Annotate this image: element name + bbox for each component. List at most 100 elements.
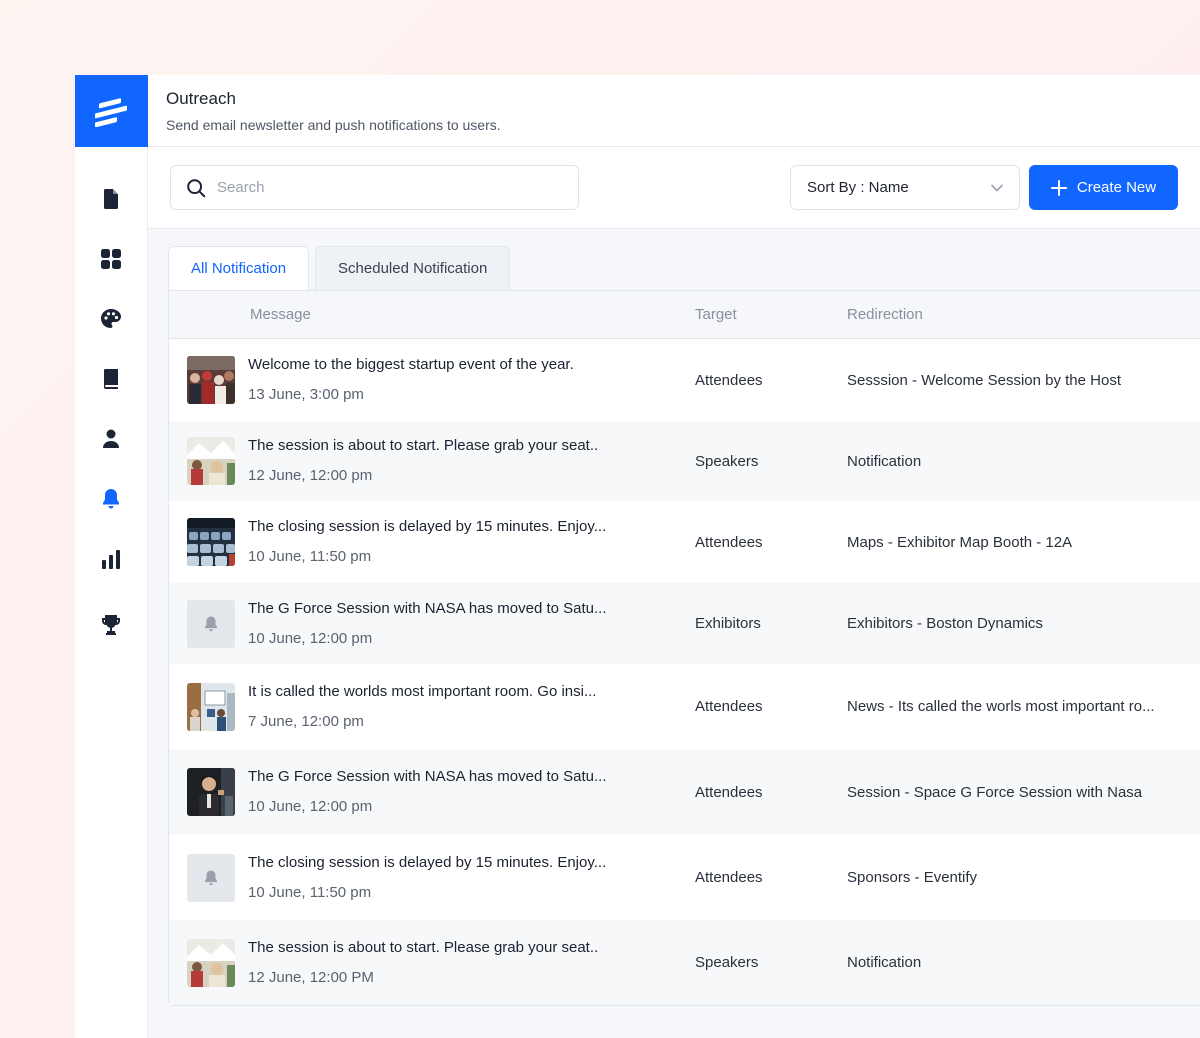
message-date: 12 June, 12:00 pm [248,467,373,484]
thumbnail-image [187,768,235,816]
toolbar: Sort By : Name Create New [148,147,1200,229]
logo-icon [95,98,127,127]
message-date: 12 June, 12:00 PM [248,968,374,986]
tab-bar: All Notification Scheduled Notification [168,246,1200,290]
table-row[interactable]: The G Force Session with NASA has moved … [169,749,1200,835]
message-title: The G Force Session with NASA has moved … [248,599,607,617]
redirection-cell: Notification [847,452,922,470]
redirection-cell: Sesssion - Welcome Session by the Host [847,371,1122,389]
redirection-cell: Maps - Exhibitor Map Booth - 12A [847,533,1073,551]
bell-icon [103,489,119,509]
search-box[interactable] [170,165,579,210]
target-cell: Attendees [695,783,763,801]
message-date: 10 June, 11:50 pm [248,883,372,901]
message-cell: It is called the worlds most important r… [169,682,695,731]
sidebar [74,75,148,1038]
table-row[interactable]: Welcome to the biggest startup event of … [169,339,1200,421]
bell-icon [187,599,235,648]
sidebar-item-dashboard[interactable] [91,239,131,279]
message-date: 10 June, 12:00 pm [248,629,373,647]
message-title: The session is about to start. Please gr… [248,437,599,454]
message-cell: The session is about to start. Please gr… [169,938,695,987]
message-date: 10 June, 11:50 pm [248,548,372,565]
redirection-cell: Session - Space G Force Session with Nas… [847,783,1143,801]
sidebar-item-notifications[interactable] [91,479,131,519]
message-text: The session is about to start. Please gr… [248,437,598,485]
search-icon [187,178,206,197]
column-header-message[interactable]: Message [169,306,695,323]
book-icon [104,369,118,389]
table-body: Welcome to the biggest startup event of … [169,339,1200,1005]
chevron-down-icon [991,184,1003,191]
tab-all-notification[interactable]: All Notification [168,246,310,290]
table-row[interactable]: The closing session is delayed by 15 min… [169,501,1200,583]
message-text: Welcome to the biggest startup event of … [248,356,574,404]
message-cell: Welcome to the biggest startup event of … [169,356,695,404]
plus-icon [1050,179,1067,196]
message-text: The closing session is delayed by 15 min… [248,854,606,902]
sidebar-item-content[interactable] [91,359,131,399]
main-panel: Outreach Send email newsletter and push … [148,75,1200,1038]
table-row[interactable]: The session is about to start. Please gr… [169,421,1200,501]
trophy-icon [102,615,120,635]
message-text: The G Force Session with NASA has moved … [248,600,607,648]
redirection-cell: Notification [847,954,922,971]
redirection-cell: Sponsors - Eventify [847,869,978,886]
message-text: It is called the worlds most important r… [248,683,596,731]
message-date: 13 June, 3:00 pm [248,386,364,403]
message-title: The session is about to start. Please gr… [248,938,599,956]
thumbnail-image [187,938,235,987]
column-header-redirection[interactable]: Redirection [847,306,923,323]
redirection-cell: Exhibitors - Boston Dynamics [847,615,1043,632]
sidebar-item-people[interactable] [91,419,131,459]
thumbnail-image [187,356,235,404]
message-title: The closing session is delayed by 15 min… [248,518,607,535]
target-cell: Attendees [695,869,763,886]
message-cell: The G Force Session with NASA has moved … [169,768,695,816]
message-date: 7 June, 12:00 pm [248,712,364,730]
user-icon [103,429,119,448]
table-row[interactable]: The session is about to start. Please gr… [169,920,1200,1005]
create-new-label: Create New [1076,179,1157,196]
target-cell: Exhibitors [695,615,761,632]
sidebar-nav [91,147,131,665]
app-logo[interactable] [74,75,148,147]
table-row[interactable]: The G Force Session with NASA has moved … [169,583,1200,664]
page-subtitle: Send email newsletter and push notificat… [166,117,501,133]
content-area: All Notification Scheduled Notification … [148,229,1200,1038]
message-title: The G Force Session with NASA has moved … [248,768,607,785]
message-text: The closing session is delayed by 15 min… [248,518,606,566]
target-cell: Attendees [695,371,763,389]
palette-icon [101,309,121,328]
app-window: Outreach Send email newsletter and push … [74,75,1200,1038]
target-cell: Attendees [695,698,763,715]
column-header-target[interactable]: Target [695,306,847,323]
message-title: Welcome to the biggest startup event of … [248,356,574,373]
search-input[interactable] [217,179,564,196]
grid-icon [101,249,121,269]
sidebar-item-gamification[interactable] [91,605,131,645]
message-cell: The session is about to start. Please gr… [169,437,695,485]
sort-dropdown[interactable]: Sort By : Name [790,165,1020,210]
tab-scheduled-notification[interactable]: Scheduled Notification [315,246,511,290]
document-icon [104,189,118,209]
message-cell: The G Force Session with NASA has moved … [169,599,695,648]
sidebar-item-branding[interactable] [91,299,131,339]
sidebar-item-analytics[interactable] [91,539,131,579]
page-header: Outreach Send email newsletter and push … [148,75,1200,147]
redirection-cell: News - Its called the worls most importa… [847,698,1155,715]
message-cell: The closing session is delayed by 15 min… [169,518,695,566]
notification-table: Message Target Redirection Welcome to th… [168,290,1200,1006]
bar-chart-icon [102,550,120,569]
target-cell: Speakers [695,452,759,470]
sidebar-item-documents[interactable] [91,179,131,219]
create-new-button[interactable]: Create New [1029,165,1178,210]
table-row[interactable]: It is called the worlds most important r… [169,664,1200,749]
thumbnail-image [187,518,235,566]
message-title: The closing session is delayed by 15 min… [248,853,607,871]
table-row[interactable]: The closing session is delayed by 15 min… [169,835,1200,920]
message-text: The G Force Session with NASA has moved … [248,768,607,816]
message-title: It is called the worlds most important r… [248,682,597,700]
target-cell: Speakers [695,954,759,971]
table-header: Message Target Redirection [169,291,1200,339]
